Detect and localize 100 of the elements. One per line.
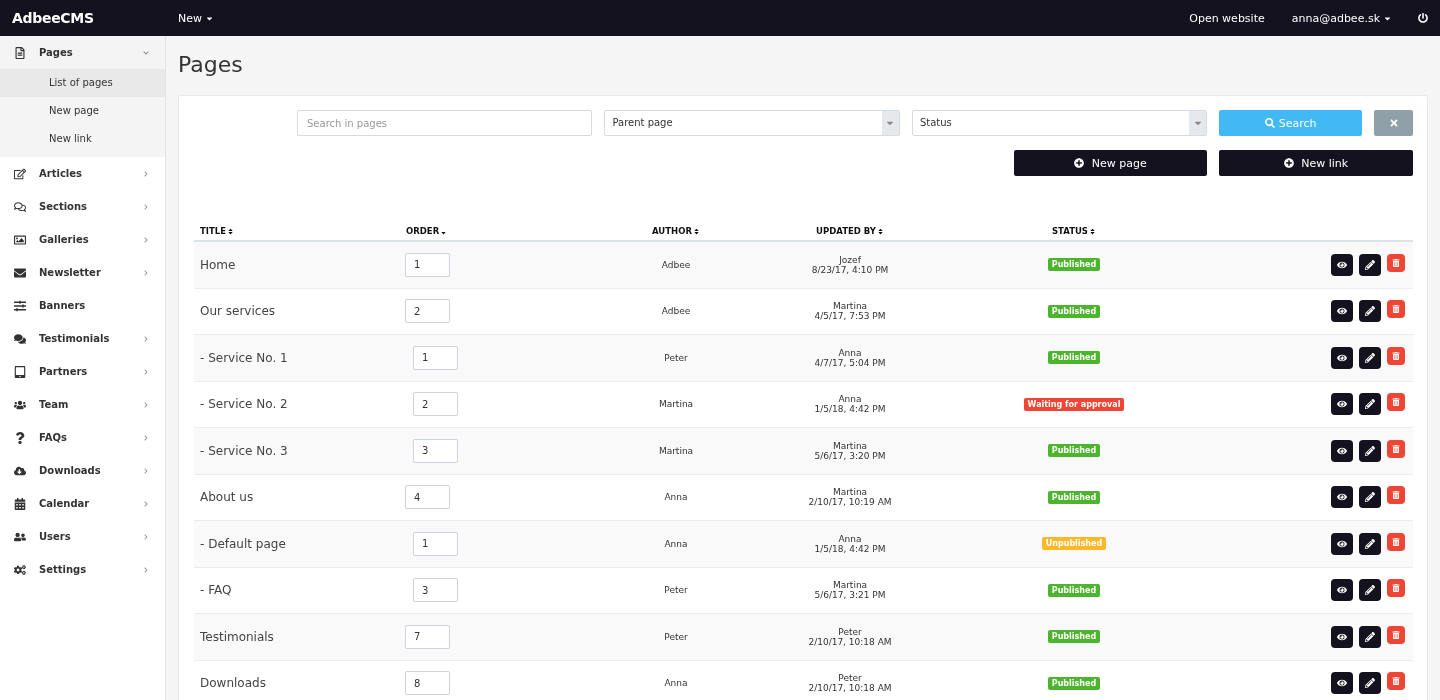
delete-button[interactable] <box>1387 346 1405 365</box>
order-field[interactable]: 7 <box>405 624 450 649</box>
column-header[interactable]: ORDER <box>400 226 448 236</box>
delete-button[interactable] <box>1387 393 1405 412</box>
updated-date: 2/10/17, 10:19 AM <box>808 497 892 508</box>
edit-button[interactable] <box>1359 346 1381 369</box>
view-button[interactable] <box>1331 253 1353 276</box>
chevron-right-icon <box>143 170 149 177</box>
order-field[interactable]: 3 <box>413 578 458 603</box>
trash-icon <box>1392 491 1400 500</box>
view-button[interactable] <box>1331 439 1353 462</box>
author-cell: Anna <box>664 678 688 689</box>
column-header[interactable]: AUTHOR <box>652 226 700 236</box>
trash-icon <box>1392 584 1400 593</box>
delete-button[interactable] <box>1387 625 1405 644</box>
status-badge: Published <box>1047 444 1101 458</box>
delete-button[interactable] <box>1387 300 1405 319</box>
delete-button[interactable] <box>1387 532 1405 551</box>
chevron-down-icon <box>143 49 149 56</box>
view-button[interactable] <box>1331 625 1353 648</box>
pencil-icon <box>1365 678 1375 689</box>
sidebar-item[interactable]: Pages <box>0 36 165 69</box>
edit-button[interactable] <box>1359 532 1381 555</box>
gears-icon <box>14 563 26 576</box>
status-badge: Published <box>1047 304 1101 318</box>
cloud-download-icon <box>14 464 26 477</box>
updated-by-name: Anna <box>838 394 862 405</box>
updated-date: 1/5/18, 4:42 PM <box>814 543 886 554</box>
edit-button[interactable] <box>1359 486 1381 509</box>
order-field[interactable]: 2 <box>413 392 458 417</box>
eye-icon <box>1337 492 1347 503</box>
edit-button[interactable] <box>1359 439 1381 462</box>
delete-button[interactable] <box>1387 486 1405 505</box>
view-button[interactable] <box>1331 672 1353 695</box>
chevron-right-icon <box>143 203 149 210</box>
user-menu[interactable]: anna@adbee.sk <box>1291 11 1392 25</box>
updated-date: 4/7/17, 5:04 PM <box>814 357 886 368</box>
edit-button[interactable] <box>1359 300 1381 323</box>
sidebar-subitem[interactable]: New page <box>0 97 165 125</box>
new-link-button[interactable]: New link <box>1219 150 1413 176</box>
edit-button[interactable] <box>1359 672 1381 695</box>
view-button[interactable] <box>1331 300 1353 323</box>
delete-button[interactable] <box>1387 672 1405 691</box>
eye-icon <box>1337 585 1347 596</box>
question-icon <box>14 431 26 444</box>
order-field[interactable]: 4 <box>405 485 450 510</box>
people-icon <box>14 530 26 543</box>
column-header[interactable]: UPDATED BY <box>816 226 884 236</box>
column-header[interactable]: STATUS <box>1052 226 1096 236</box>
edit-button[interactable] <box>1359 393 1381 416</box>
page-title-cell-text: - FAQ <box>199 583 233 598</box>
chevron-right-icon <box>143 434 149 441</box>
trash-icon <box>1392 630 1400 639</box>
envelope-icon <box>14 266 26 279</box>
trash-icon <box>1392 537 1400 546</box>
delete-button[interactable] <box>1387 439 1405 458</box>
order-field[interactable]: 1 <box>405 252 450 277</box>
delete-button[interactable] <box>1387 253 1405 272</box>
view-button[interactable] <box>1331 346 1353 369</box>
chevron-right-icon <box>143 401 149 408</box>
order-field[interactable]: 8 <box>405 671 450 696</box>
sidebar-subitem[interactable]: New link <box>0 125 165 153</box>
open-website-link[interactable]: Open website <box>1189 11 1265 25</box>
view-button[interactable] <box>1331 579 1353 602</box>
delete-button[interactable] <box>1387 579 1405 598</box>
updated-date: 2/10/17, 10:18 AM <box>808 636 892 647</box>
order-field[interactable]: 3 <box>413 438 458 463</box>
new-menu[interactable]: New <box>178 11 214 25</box>
new-page-button[interactable]: New page <box>1014 150 1207 176</box>
parent-page-select[interactable]: Parent page <box>604 110 900 136</box>
sidebar-subitem[interactable]: List of pages <box>0 69 165 97</box>
page-title-cell-text: Testimonials <box>199 629 275 644</box>
updated-by-name: Peter <box>838 626 862 637</box>
status-badge: Published <box>1047 630 1101 644</box>
status-select[interactable]: Status <box>911 110 1208 136</box>
eye-icon <box>1337 306 1347 317</box>
pencil-icon <box>1365 306 1375 317</box>
search-field[interactable]: Search in pages <box>297 110 593 136</box>
view-button[interactable] <box>1331 532 1353 555</box>
edit-button[interactable] <box>1359 579 1381 602</box>
updated-date: 5/6/17, 3:20 PM <box>814 450 886 461</box>
order-field[interactable]: 2 <box>405 299 450 324</box>
edit-button[interactable] <box>1359 253 1381 276</box>
status-badge: Unpublished <box>1041 537 1107 551</box>
author-cell: Adbee <box>661 259 691 270</box>
chevron-right-icon <box>143 533 149 540</box>
pencil-icon <box>1365 538 1375 549</box>
author-cell: Martina <box>658 445 694 456</box>
page-title-cell-text: Downloads <box>199 676 267 691</box>
updated-by-name: Martina <box>832 440 868 451</box>
order-field[interactable]: 1 <box>413 345 458 370</box>
column-header[interactable]: TITLE <box>194 226 234 236</box>
page-title-cell-text: Home <box>199 257 237 272</box>
edit-button[interactable] <box>1359 625 1381 648</box>
power-icon[interactable] <box>1418 13 1428 23</box>
updated-date: 5/6/17, 3:21 PM <box>814 590 886 601</box>
view-button[interactable] <box>1331 393 1353 416</box>
updated-by-name: Martina <box>832 580 868 591</box>
view-button[interactable] <box>1331 486 1353 509</box>
order-field[interactable]: 1 <box>413 531 458 556</box>
